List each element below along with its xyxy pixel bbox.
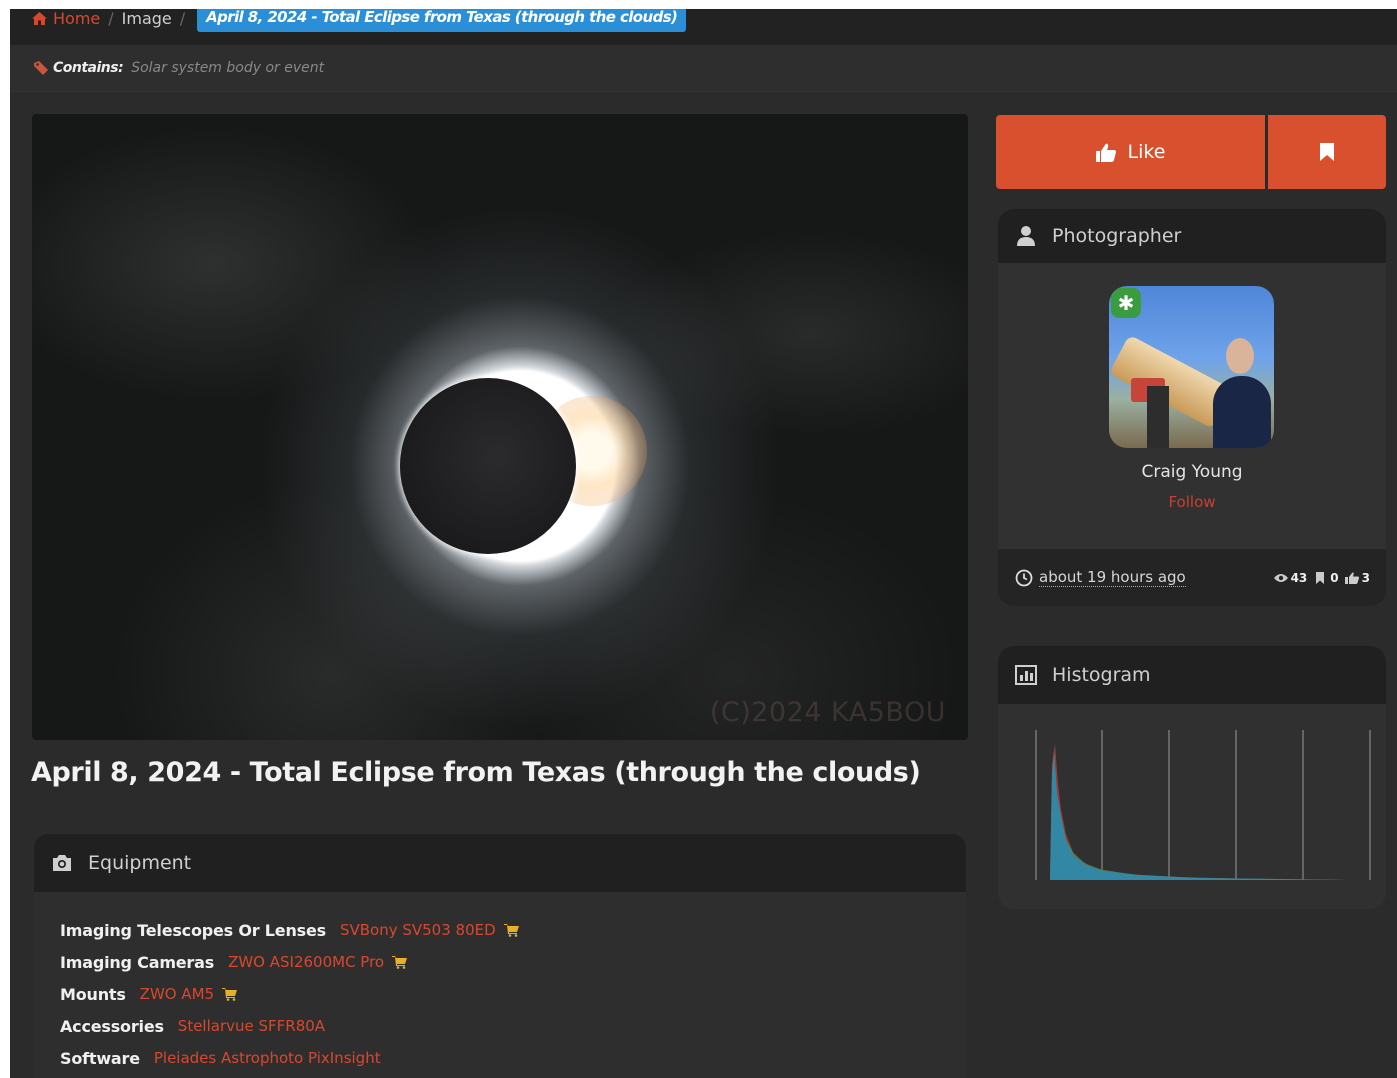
histogram-gridlines [1035,730,1371,880]
equipment-row-mount: Mounts ZWO AM5 [60,978,966,1010]
contains-bar: Contains: Solar system body or event [10,45,1397,92]
contains-value[interactable]: Solar system body or event [131,60,324,76]
breadcrumb-separator: / [108,9,114,28]
breadcrumb-image[interactable]: Image [122,9,172,28]
bookmark-icon [1316,571,1325,584]
histogram-panel: Histogram [998,646,1386,909]
breadcrumb: Home / Image / April 8, 2024 - Total Ecl… [10,9,1397,45]
breadcrumb-home[interactable]: Home [32,9,100,28]
thumbs-up-icon [1095,143,1116,162]
thumbs-up-icon [1344,572,1359,584]
home-icon [32,12,47,25]
main-image[interactable]: (C)2024 KA5BOU [32,114,968,740]
photographer-header: Photographer [998,209,1386,263]
avatar-tripod [1147,386,1169,448]
breadcrumb-current: April 8, 2024 - Total Eclipse from Texas… [197,9,687,32]
avatar-head [1226,338,1254,374]
page: Home / Image / April 8, 2024 - Total Ecl… [10,9,1397,1078]
bookmark-button[interactable] [1268,115,1386,189]
likes-stat: 3 [1344,570,1370,585]
breadcrumb-separator: / [179,9,186,28]
camera-icon [53,855,71,871]
photographer-title: Photographer [1052,225,1182,247]
histogram-title: Histogram [1052,664,1151,686]
follow-link[interactable]: Follow [998,493,1386,511]
photographer-panel: Photographer ✱ Craig Young Follow about … [998,209,1386,606]
tag-icon [34,61,48,75]
equipment-row-telescope: Imaging Telescopes Or Lenses SVBony SV50… [60,914,966,946]
histogram-header: Histogram [998,646,1386,704]
image-stats: 43 0 3 [1273,570,1370,585]
equipment-link[interactable]: Pleiades Astrophoto PixInsight [154,1049,381,1067]
upload-time[interactable]: about 19 hours ago [1039,568,1186,587]
photographer-name[interactable]: Craig Young [998,462,1386,482]
eclipse-moon [400,378,576,554]
eye-icon [1273,573,1288,582]
equipment-label: Imaging Telescopes Or Lenses [60,920,326,940]
premium-badge: ✱ [1111,288,1141,318]
views-stat: 43 [1273,570,1308,585]
equipment-link[interactable]: SVBony SV503 80ED [340,921,496,939]
equipment-panel: Equipment Imaging Telescopes Or Lenses S… [34,834,966,1078]
bookmarks-stat: 0 [1313,570,1339,585]
equipment-link[interactable]: Stellarvue SFFR80A [178,1017,325,1035]
equipment-label: Mounts [60,984,126,1004]
breadcrumb-home-label: Home [53,9,101,28]
avatar-person [1213,376,1271,448]
equipment-row-accessories: Accessories Stellarvue SFFR80A [60,1010,966,1042]
equipment-label: Imaging Cameras [60,952,215,972]
chart-icon [1015,665,1037,685]
bookmarks-count: 0 [1330,570,1339,585]
equipment-label: Software [60,1048,140,1068]
image-watermark: (C)2024 KA5BOU [709,697,946,728]
clock-icon [1015,569,1033,586]
cart-icon[interactable] [222,987,238,1001]
equipment-header: Equipment [34,834,966,892]
equipment-list: Imaging Telescopes Or Lenses SVBony SV50… [34,892,966,1074]
equipment-label: Accessories [60,1016,164,1036]
action-bar: Like [996,115,1386,189]
equipment-link[interactable]: ZWO AM5 [140,985,214,1003]
page-title: April 8, 2024 - Total Eclipse from Texas… [31,757,921,788]
histogram-plot [1035,730,1371,880]
equipment-link[interactable]: ZWO ASI2600MC Pro [228,953,384,971]
photographer-footer: about 19 hours ago 43 0 3 [998,549,1386,606]
likes-count: 3 [1361,570,1370,585]
user-icon [1017,226,1035,246]
equipment-row-software: Software Pleiades Astrophoto PixInsight [60,1042,966,1074]
cart-icon[interactable] [503,923,520,937]
like-label: Like [1127,141,1166,163]
like-button[interactable]: Like [996,115,1265,189]
avatar[interactable]: ✱ [1109,286,1274,448]
cart-icon[interactable] [392,955,408,969]
equipment-row-camera: Imaging Cameras ZWO ASI2600MC Pro [60,946,966,978]
contains-label: Contains: [53,60,124,76]
bookmark-icon [1320,143,1334,161]
views-count: 43 [1290,570,1308,585]
equipment-title: Equipment [88,852,192,874]
